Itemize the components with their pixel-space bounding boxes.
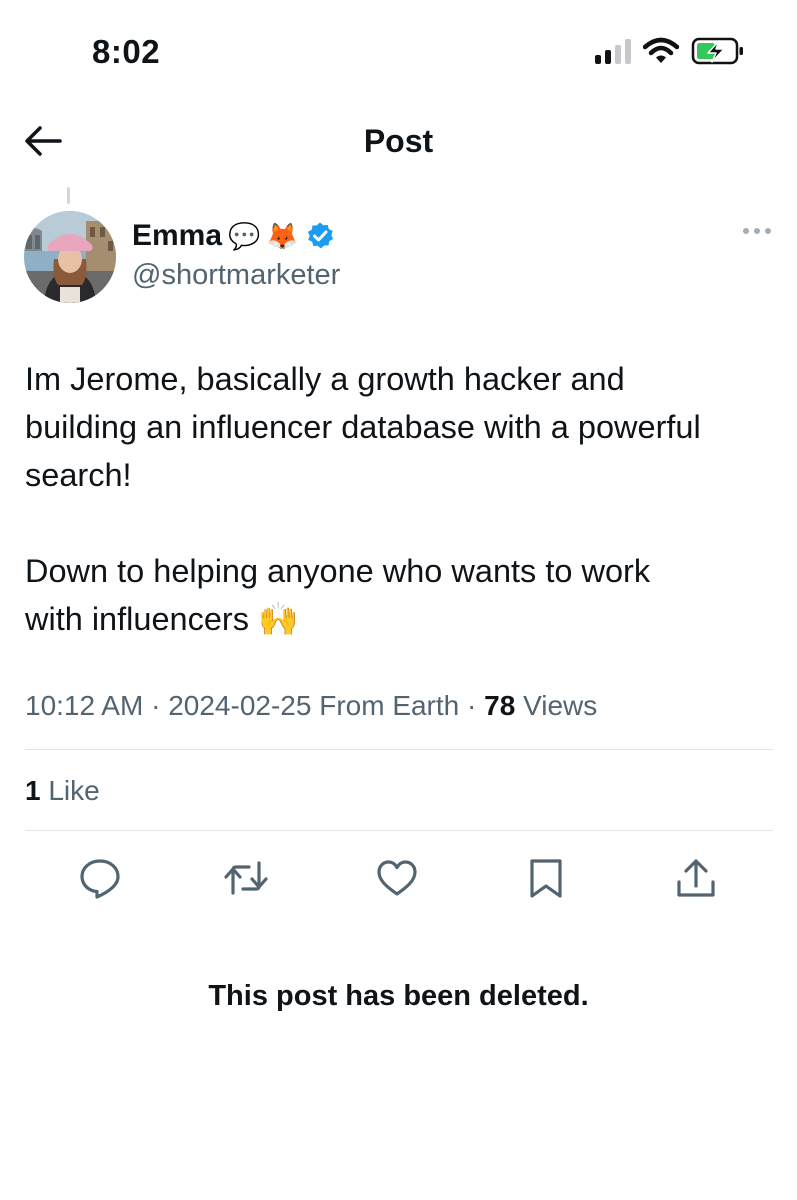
likes-label: Like <box>48 775 100 806</box>
meta-separator: · <box>151 690 161 721</box>
fox-emoji: 🦊 <box>266 220 299 251</box>
speech-bubble-emoji: 💬 <box>228 220 261 251</box>
author-name-row[interactable]: Emma 💬 🦊 <box>132 219 335 253</box>
deleted-post-notice: This post has been deleted. <box>208 980 589 1012</box>
likes-link[interactable]: 1 Like <box>25 775 100 807</box>
author-display-name: Emma <box>132 219 223 252</box>
like-button[interactable] <box>375 856 419 900</box>
divider <box>25 749 773 750</box>
post-metadata: 10:12 AM · 2024-02-25 From Earth · 78 Vi… <box>25 690 597 722</box>
status-time: 8:02 <box>92 33 161 70</box>
reply-button[interactable] <box>78 856 122 900</box>
verified-badge-icon <box>307 222 333 249</box>
likes-count: 1 <box>25 775 41 806</box>
post-text: Im Jerome, basically a growth hacker and… <box>25 361 701 637</box>
bookmark-icon <box>530 859 562 898</box>
meta-separator: · <box>467 690 477 721</box>
wifi-icon <box>643 37 679 63</box>
bookmark-button[interactable] <box>524 856 568 900</box>
page-title: Post <box>363 123 434 159</box>
repost-button[interactable] <box>224 856 268 900</box>
post-screen: 8:02 Post Emma 💬 🦊 @shortmarketer Im Jer… <box>0 0 797 1200</box>
views-count: 78 <box>484 690 516 721</box>
divider <box>25 830 773 831</box>
views-label: Views <box>523 690 598 721</box>
battery-charging-icon <box>691 37 743 65</box>
more-options-button[interactable] <box>743 228 771 234</box>
cellular-signal-icon <box>595 38 631 64</box>
thread-connector-line <box>67 187 70 204</box>
more-dots-icon <box>743 228 749 234</box>
avatar[interactable] <box>24 211 116 303</box>
author-handle[interactable]: @shortmarketer <box>132 259 340 292</box>
reply-icon <box>80 859 120 899</box>
repost-icon <box>224 861 268 895</box>
like-icon <box>377 860 417 896</box>
post-date[interactable]: 2024-02-25 From Earth <box>168 690 459 721</box>
status-icons <box>595 36 745 66</box>
post-time[interactable]: 10:12 AM <box>25 690 143 721</box>
share-icon <box>677 859 715 897</box>
share-button[interactable] <box>674 856 718 900</box>
